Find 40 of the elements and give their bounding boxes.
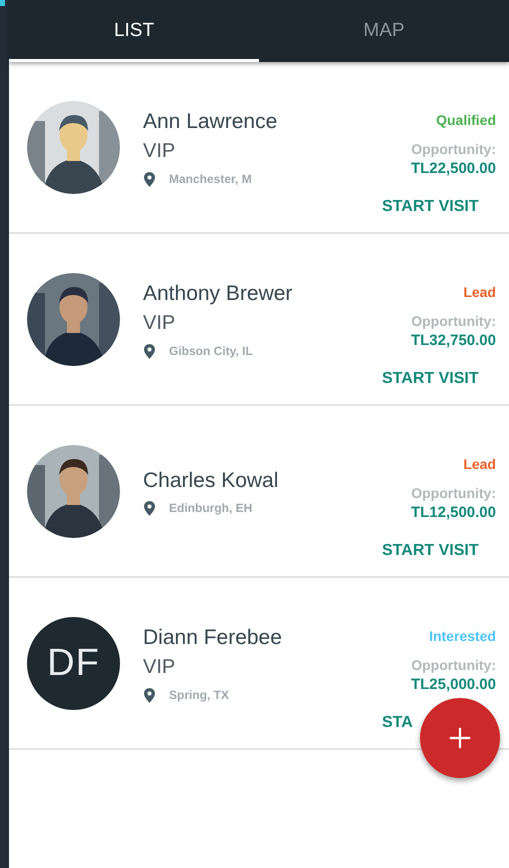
start-visit-button[interactable]: START VISIT — [382, 369, 479, 389]
location-pin-icon — [144, 344, 155, 358]
location-text: Spring, TX — [169, 688, 229, 702]
status-label: Interested — [429, 627, 496, 646]
opportunity-amount: TL12,500.00 — [410, 503, 496, 523]
opportunity-label: Opportunity: — [411, 484, 496, 503]
tab[interactable]: LIST — [9, 0, 259, 62]
status-label: Qualified — [436, 111, 496, 130]
contact-card[interactable]: Charles Kowal Edinburgh, EH Lead Opportunity: TL12,500.00 START VISIT — [9, 406, 509, 578]
opportunity-amount: TL32,750.00 — [410, 331, 496, 351]
corner-mark — [0, 0, 5, 6]
start-visit-button[interactable]: STA — [382, 713, 413, 733]
contact-card[interactable]: Anthony Brewer VIP Gibson City, IL Lead Opportunity: TL32,750.00 START VISIT — [9, 234, 509, 406]
tier-label: VIP — [143, 654, 176, 680]
contact-name: Diann Ferebee — [143, 624, 283, 650]
status-label: Lead — [463, 283, 496, 302]
location-pin-icon — [144, 688, 155, 702]
plus-icon — [449, 727, 471, 749]
opportunity-label: Opportunity: — [411, 312, 496, 331]
opportunity-amount: TL25,000.00 — [410, 675, 496, 695]
location-text: Edinburgh, EH — [169, 501, 252, 515]
tier-label: VIP — [143, 310, 176, 336]
location-text: Gibson City, IL — [169, 344, 253, 358]
start-visit-button[interactable]: START VISIT — [382, 197, 479, 217]
contact-name: Anthony Brewer — [143, 280, 294, 306]
avatar-initials: DF — [27, 616, 120, 710]
contact-card[interactable]: Ann Lawrence VIP Manchester, M Qualified Opportunity: TL22,500.00 START VISIT — [9, 62, 509, 234]
location-text: Manchester, M — [169, 172, 252, 186]
tier-label: VIP — [143, 138, 176, 164]
opportunity-label: Opportunity: — [411, 656, 496, 675]
opportunity-label: Opportunity: — [411, 140, 496, 159]
contact-name: Ann Lawrence — [143, 108, 278, 134]
tab[interactable]: MAP — [259, 0, 509, 62]
add-button[interactable] — [420, 698, 500, 778]
start-visit-button[interactable]: START VISIT — [382, 541, 479, 561]
contact-name: Charles Kowal — [143, 468, 280, 494]
status-label: Lead — [463, 455, 496, 474]
opportunity-amount: TL22,500.00 — [410, 159, 496, 179]
location-pin-icon — [144, 172, 155, 186]
location-pin-icon — [144, 500, 155, 516]
